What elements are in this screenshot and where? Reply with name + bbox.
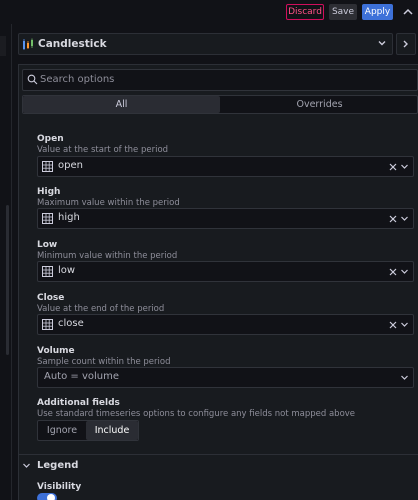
- table-icon: [42, 266, 53, 277]
- search-placeholder: Search options: [40, 74, 115, 85]
- chevron-down-icon[interactable]: [400, 267, 409, 276]
- collapse-options-button[interactable]: [396, 33, 416, 55]
- left-scrollbar[interactable]: [6, 205, 9, 355]
- volume-placeholder: Auto = volume: [44, 371, 119, 382]
- visibility-label: Visibility: [37, 482, 82, 492]
- section-divider: [18, 454, 418, 455]
- close-field-select[interactable]: [37, 314, 414, 335]
- chevron-down-icon[interactable]: [400, 214, 409, 223]
- apply-button[interactable]: Apply: [362, 4, 393, 20]
- chevron-down-icon[interactable]: [22, 461, 31, 470]
- chevron-down-icon[interactable]: [400, 320, 409, 329]
- volume-description: Sample count within the period: [37, 357, 171, 367]
- left-pane-tab: [0, 36, 6, 56]
- open-field-select[interactable]: [37, 156, 414, 177]
- high-field-select[interactable]: [37, 208, 414, 229]
- search-icon: [27, 74, 38, 85]
- low-field-value: low: [58, 265, 76, 276]
- close-description: Value at the end of the period: [37, 304, 165, 314]
- chevron-right-icon: [403, 40, 408, 48]
- tab-all[interactable]: All: [23, 96, 220, 113]
- high-description: Maximum value within the period: [37, 198, 180, 208]
- chevron-down-icon[interactable]: [377, 38, 387, 48]
- low-description: Minimum value within the period: [37, 251, 178, 261]
- close-field-value: close: [58, 318, 84, 329]
- ignore-option[interactable]: Ignore: [38, 421, 86, 440]
- open-description: Value at the start of the period: [37, 145, 169, 155]
- tab-overrides[interactable]: Overrides: [222, 96, 417, 113]
- chevron-up-icon[interactable]: [401, 4, 415, 20]
- high-field-value: high: [58, 212, 80, 223]
- save-button[interactable]: Save: [329, 4, 357, 20]
- clear-icon[interactable]: [389, 163, 397, 171]
- visualization-name: Candlestick: [38, 38, 107, 50]
- low-field-select[interactable]: [37, 261, 414, 282]
- volume-title: Volume: [37, 346, 75, 356]
- legend-section-title[interactable]: Legend: [37, 460, 78, 471]
- chevron-down-icon[interactable]: [400, 373, 409, 382]
- table-icon: [42, 319, 53, 330]
- discard-button[interactable]: Discard: [286, 4, 324, 20]
- open-title: Open: [37, 134, 64, 144]
- clear-icon[interactable]: [389, 321, 397, 329]
- high-title: High: [37, 187, 61, 197]
- table-icon: [42, 213, 53, 224]
- close-title: Close: [37, 293, 65, 303]
- open-field-value: open: [58, 160, 83, 171]
- candlestick-chart-icon: [23, 38, 33, 50]
- include-option[interactable]: Include: [86, 421, 138, 440]
- additional-fields-title: Additional fields: [37, 398, 120, 408]
- toggle-knob: [47, 494, 55, 500]
- additional-fields-description: Use standard timeseries options to confi…: [37, 409, 356, 419]
- clear-icon[interactable]: [389, 268, 397, 276]
- clear-icon[interactable]: [389, 215, 397, 223]
- chevron-down-icon[interactable]: [400, 162, 409, 171]
- low-title: Low: [37, 240, 58, 250]
- table-icon: [42, 161, 53, 172]
